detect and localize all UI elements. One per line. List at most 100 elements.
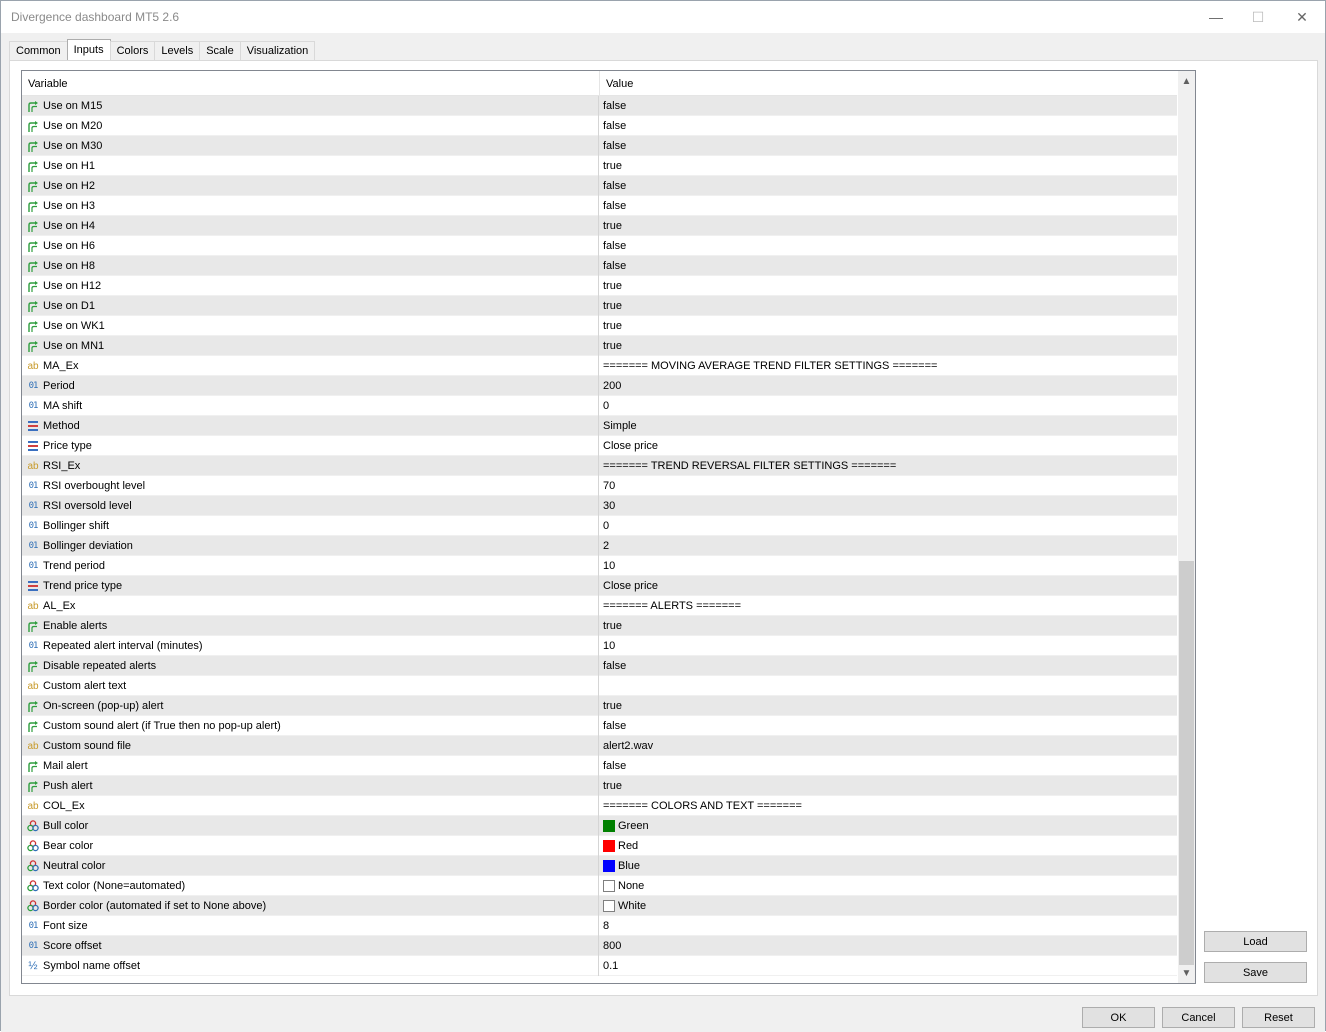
- table-row[interactable]: Bear color Red: [22, 836, 1177, 856]
- table-row[interactable]: Push alert true: [22, 776, 1177, 796]
- table-row[interactable]: Border color (automated if set to None a…: [22, 896, 1177, 916]
- value-cell[interactable]: alert2.wav: [600, 736, 1177, 756]
- value-cell[interactable]: true: [600, 156, 1177, 176]
- value-cell[interactable]: false: [600, 256, 1177, 276]
- table-row[interactable]: Text color (None=automated) None: [22, 876, 1177, 896]
- value-cell[interactable]: true: [600, 316, 1177, 336]
- table-row[interactable]: ab Custom alert text: [22, 676, 1177, 696]
- value-cell[interactable]: 200: [600, 376, 1177, 396]
- value-cell[interactable]: false: [600, 196, 1177, 216]
- table-row[interactable]: Use on H6 false: [22, 236, 1177, 256]
- ok-button[interactable]: OK: [1082, 1007, 1155, 1028]
- value-cell[interactable]: true: [600, 336, 1177, 356]
- table-row[interactable]: Mail alert false: [22, 756, 1177, 776]
- value-cell[interactable]: true: [600, 276, 1177, 296]
- table-row[interactable]: 01 RSI overbought level 70: [22, 476, 1177, 496]
- value-cell[interactable]: false: [600, 656, 1177, 676]
- tab-visualization[interactable]: Visualization: [239, 41, 316, 60]
- cancel-button[interactable]: Cancel: [1162, 1007, 1235, 1028]
- table-row[interactable]: 01 Bollinger deviation 2: [22, 536, 1177, 556]
- table-row[interactable]: 01 Font size 8: [22, 916, 1177, 936]
- value-cell[interactable]: White: [600, 896, 1177, 916]
- table-row[interactable]: 01 Trend period 10: [22, 556, 1177, 576]
- value-cell[interactable]: None: [600, 876, 1177, 896]
- value-cell[interactable]: ======= COLORS AND TEXT =======: [600, 796, 1177, 816]
- scroll-thumb[interactable]: [1179, 561, 1194, 965]
- value-cell[interactable]: true: [600, 296, 1177, 316]
- scroll-down-icon[interactable]: ▼: [1178, 965, 1195, 982]
- close-button[interactable]: ✕: [1279, 1, 1325, 33]
- table-row[interactable]: Trend price type Close price: [22, 576, 1177, 596]
- table-row[interactable]: ab COL_Ex ======= COLORS AND TEXT =======: [22, 796, 1177, 816]
- value-cell[interactable]: Red: [600, 836, 1177, 856]
- table-row[interactable]: Use on H3 false: [22, 196, 1177, 216]
- table-row[interactable]: Custom sound alert (if True then no pop-…: [22, 716, 1177, 736]
- tab-colors[interactable]: Colors: [109, 41, 156, 60]
- table-row[interactable]: Use on D1 true: [22, 296, 1177, 316]
- value-cell[interactable]: Green: [600, 816, 1177, 836]
- value-cell[interactable]: ======= TREND REVERSAL FILTER SETTINGS =…: [600, 456, 1177, 476]
- value-cell[interactable]: false: [600, 116, 1177, 136]
- tab-inputs[interactable]: Inputs: [66, 39, 111, 60]
- reset-button[interactable]: Reset: [1242, 1007, 1315, 1028]
- load-button[interactable]: Load: [1204, 931, 1307, 952]
- value-cell[interactable]: 0: [600, 516, 1177, 536]
- column-header-variable[interactable]: Variable: [22, 71, 599, 96]
- value-cell[interactable]: ======= MOVING AVERAGE TREND FILTER SETT…: [600, 356, 1177, 376]
- value-cell[interactable]: false: [600, 716, 1177, 736]
- table-row[interactable]: On-screen (pop-up) alert true: [22, 696, 1177, 716]
- table-row[interactable]: ½ Symbol name offset 0.1: [22, 956, 1177, 976]
- maximize-button[interactable]: ☐: [1235, 1, 1281, 33]
- value-cell[interactable]: false: [600, 236, 1177, 256]
- value-cell[interactable]: false: [600, 96, 1177, 116]
- table-row[interactable]: Use on M20 false: [22, 116, 1177, 136]
- table-row[interactable]: 01 Period 200: [22, 376, 1177, 396]
- save-button[interactable]: Save: [1204, 962, 1307, 983]
- table-row[interactable]: Price type Close price: [22, 436, 1177, 456]
- table-row[interactable]: Use on H1 true: [22, 156, 1177, 176]
- value-cell[interactable]: ======= ALERTS =======: [600, 596, 1177, 616]
- table-row[interactable]: Method Simple: [22, 416, 1177, 436]
- value-cell[interactable]: 30: [600, 496, 1177, 516]
- table-row[interactable]: 01 Bollinger shift 0: [22, 516, 1177, 536]
- minimize-button[interactable]: —: [1193, 1, 1239, 33]
- table-row[interactable]: 01 Repeated alert interval (minutes) 10: [22, 636, 1177, 656]
- table-row[interactable]: 01 Score offset 800: [22, 936, 1177, 956]
- table-row[interactable]: Neutral color Blue: [22, 856, 1177, 876]
- table-row[interactable]: ab AL_Ex ======= ALERTS =======: [22, 596, 1177, 616]
- value-cell[interactable]: false: [600, 176, 1177, 196]
- tab-levels[interactable]: Levels: [154, 41, 201, 60]
- table-row[interactable]: Bull color Green: [22, 816, 1177, 836]
- value-cell[interactable]: 0: [600, 396, 1177, 416]
- value-cell[interactable]: 70: [600, 476, 1177, 496]
- value-cell[interactable]: 0.1: [600, 956, 1177, 976]
- value-cell[interactable]: 2: [600, 536, 1177, 556]
- tab-common[interactable]: Common: [9, 41, 68, 60]
- table-row[interactable]: ab MA_Ex ======= MOVING AVERAGE TREND FILT…: [22, 356, 1177, 376]
- table-row[interactable]: Use on H12 true: [22, 276, 1177, 296]
- table-row[interactable]: Use on M30 false: [22, 136, 1177, 156]
- vertical-scrollbar[interactable]: ▲ ▼: [1178, 71, 1195, 983]
- table-row[interactable]: ab Custom sound file alert2.wav: [22, 736, 1177, 756]
- table-row[interactable]: Use on MN1 true: [22, 336, 1177, 356]
- table-row[interactable]: 01 MA shift 0: [22, 396, 1177, 416]
- table-row[interactable]: Use on WK1 true: [22, 316, 1177, 336]
- table-row[interactable]: Use on H2 false: [22, 176, 1177, 196]
- value-cell[interactable]: true: [600, 776, 1177, 796]
- value-cell[interactable]: [600, 676, 1177, 696]
- value-cell[interactable]: Close price: [600, 436, 1177, 456]
- column-header-value[interactable]: Value: [600, 71, 1177, 96]
- scroll-up-icon[interactable]: ▲: [1178, 73, 1195, 90]
- value-cell[interactable]: Simple: [600, 416, 1177, 436]
- value-cell[interactable]: 8: [600, 916, 1177, 936]
- value-cell[interactable]: Blue: [600, 856, 1177, 876]
- table-row[interactable]: Enable alerts true: [22, 616, 1177, 636]
- value-cell[interactable]: 10: [600, 636, 1177, 656]
- value-cell[interactable]: 800: [600, 936, 1177, 956]
- value-cell[interactable]: false: [600, 756, 1177, 776]
- value-cell[interactable]: false: [600, 136, 1177, 156]
- value-cell[interactable]: Close price: [600, 576, 1177, 596]
- table-row[interactable]: 01 RSI oversold level 30: [22, 496, 1177, 516]
- tab-scale[interactable]: Scale: [199, 41, 241, 60]
- table-row[interactable]: Use on H4 true: [22, 216, 1177, 236]
